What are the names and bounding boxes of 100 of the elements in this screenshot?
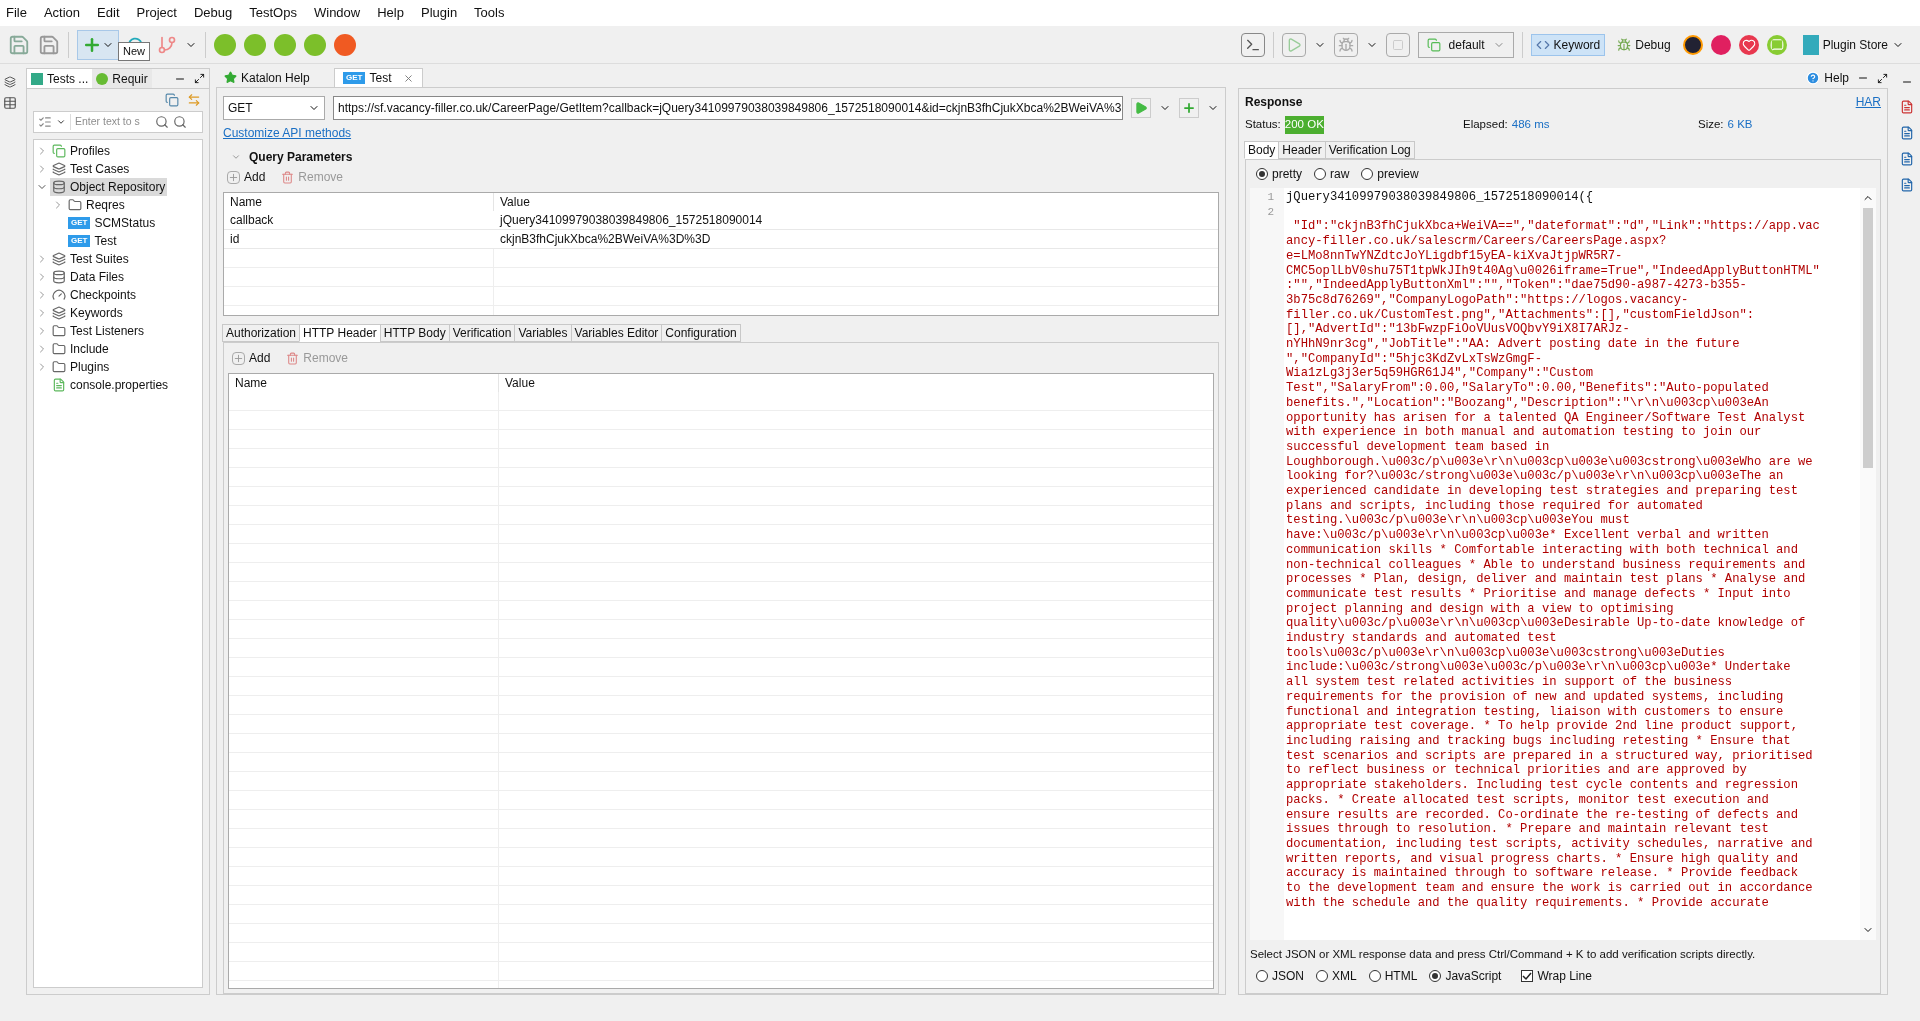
wrap-checkbox[interactable]: Wrap Line — [1521, 967, 1592, 985]
tab[interactable]: Verification Log — [1324, 141, 1415, 159]
save-icon[interactable] — [8, 33, 30, 56]
menu-item[interactable]: Debug — [193, 3, 233, 23]
panel-icon[interactable] — [1900, 100, 1914, 114]
new-button[interactable] — [77, 29, 119, 60]
tab[interactable]: Verification — [448, 324, 516, 342]
line-number: 2 — [1266, 204, 1274, 220]
tree-item[interactable]: Data Files — [50, 268, 127, 286]
tree-item[interactable]: Test Listeners — [50, 322, 147, 340]
panel-icon[interactable] — [1900, 152, 1914, 166]
add-icon[interactable] — [1179, 98, 1199, 118]
tab[interactable]: Variables — [514, 324, 572, 342]
tree-item[interactable]: Include — [50, 340, 111, 358]
har-link[interactable]: HAR — [1855, 93, 1881, 111]
filter-icon[interactable] — [38, 115, 52, 129]
tree-item[interactable]: Plugins — [50, 358, 112, 376]
response-title: Response — [1245, 94, 1303, 111]
code-line: to the development team and ensure the work is carried out in accordance — [1286, 881, 1813, 896]
link-icon[interactable] — [187, 93, 201, 107]
perspective-button[interactable]: Debug — [1613, 33, 1675, 56]
stop-icon[interactable] — [1385, 32, 1410, 57]
save-all-icon[interactable] — [38, 33, 60, 56]
tree-item[interactable]: Keywords — [50, 304, 125, 322]
code-line: functional and integration testing, liaison with customers to ensure — [1286, 704, 1784, 720]
menu-item[interactable]: Help — [377, 3, 404, 23]
menu-item[interactable]: File — [6, 3, 27, 23]
tree-item[interactable]: GET Test — [66, 232, 119, 250]
menu-item[interactable]: Plugin — [420, 3, 458, 23]
scroll-thumb[interactable] — [1863, 208, 1873, 468]
format-radio[interactable]: JavaScript — [1429, 967, 1502, 985]
tree-item[interactable]: Test Suites — [50, 250, 131, 268]
tab[interactable]: HTTP Body — [379, 324, 450, 342]
menu-item[interactable]: Edit — [97, 3, 120, 23]
format-radio[interactable]: XML — [1316, 967, 1357, 985]
help-link[interactable]: Help — [1806, 69, 1849, 87]
code-line: [],"AdvertId":"13bFwzpFiOoVUusVOQbvY9iX8I7ARJz- — [1286, 322, 1630, 337]
plugin-store-button[interactable]: Plugin Store — [1794, 34, 1912, 55]
git-icon[interactable] — [157, 34, 177, 55]
debug-icon[interactable] — [1333, 32, 1358, 57]
panel-tab[interactable]: Tests ... — [27, 69, 93, 88]
tree-item[interactable]: console.properties — [50, 376, 171, 394]
column-header: Value — [504, 375, 536, 392]
collapse-icon[interactable] — [165, 93, 179, 107]
bug-icon — [1617, 37, 1632, 52]
code-line: CMC5oplLbV0shu75T1tpWkJIh9t40Ag\u0026iframe=True","IndeedApplyButtonHTML" — [1286, 263, 1820, 279]
url-field[interactable]: https://sf.vacancy-filler.co.uk/CareerPage/GetItem?callback=jQuery34109979038039849806_1572518090014&id=ckjnB3fhCjukXbca%2BWeiVA%3 — [333, 96, 1123, 120]
code-line: processes * Plan, design, deliver and maintain test plans * Analyse and — [1286, 572, 1806, 587]
dropdown-icon[interactable] — [56, 117, 66, 127]
editor-tab[interactable]: GET Test — [334, 68, 424, 87]
panel-tab[interactable]: Requir — [92, 69, 152, 88]
perspective-button[interactable]: Keyword — [1530, 33, 1606, 56]
menu-item[interactable]: Project — [136, 3, 177, 23]
plus-icon — [227, 170, 240, 184]
section-title: Query Parameters — [249, 149, 353, 166]
code-line: all system test related activities in support of the business — [1286, 675, 1733, 690]
tree-item[interactable]: Profiles — [50, 142, 112, 160]
search-icon[interactable] — [155, 115, 169, 129]
view-radio[interactable]: pretty — [1256, 165, 1302, 183]
menu-item[interactable]: Window — [313, 3, 361, 23]
add-button[interactable]: Add — [232, 349, 271, 367]
tab[interactable]: Authorization — [222, 324, 301, 342]
view-radio[interactable]: raw — [1314, 165, 1350, 183]
tree-item[interactable]: Checkpoints — [50, 286, 139, 304]
close-icon[interactable] — [403, 72, 415, 84]
maximize-icon[interactable] — [194, 73, 205, 84]
tree-item[interactable]: Object Repository — [50, 178, 168, 196]
view-radio[interactable]: preview — [1361, 165, 1419, 183]
panel-icon[interactable] — [1900, 178, 1914, 192]
tab[interactable]: Body — [1244, 141, 1280, 159]
terminal-icon[interactable] — [1240, 32, 1265, 57]
send-icon[interactable] — [1131, 98, 1151, 118]
menu-item[interactable]: TestOps — [249, 3, 297, 23]
code-line: requirements for the provision of new and updated systems, including — [1286, 689, 1784, 705]
add-button[interactable]: Add — [227, 168, 266, 186]
tab[interactable]: HTTP Header — [299, 324, 381, 342]
status-label: Status: — [1245, 117, 1281, 133]
check-icon — [1522, 971, 1533, 981]
explorer-icon[interactable] — [3, 96, 17, 110]
tree-item[interactable]: Reqres — [66, 196, 127, 214]
tab[interactable]: Configuration — [661, 324, 741, 342]
tree-item[interactable]: Test Cases — [50, 160, 132, 178]
code-line: filler.co.uk/CustomTest.png","Attachments":[],"customFieldJson": — [1286, 307, 1755, 323]
tab[interactable]: Variables Editor — [570, 324, 663, 342]
tree-item[interactable]: GET SCMStatus — [66, 214, 158, 232]
collapse-icon[interactable] — [231, 152, 241, 162]
menu-item[interactable]: Tools — [474, 3, 505, 23]
code-line: communicate test results * Prioritise and manage defects * Input into — [1286, 586, 1791, 602]
maximize-icon[interactable] — [1877, 72, 1888, 84]
format-radio[interactable]: HTML — [1368, 967, 1418, 985]
advanced-search-icon[interactable] — [173, 115, 187, 129]
run-icon[interactable] — [1281, 32, 1306, 57]
tab[interactable]: Header — [1278, 141, 1326, 159]
method-dropdown[interactable]: GET — [223, 96, 325, 120]
panel-icon[interactable] — [1900, 126, 1914, 140]
format-radio[interactable]: JSON — [1256, 967, 1304, 985]
menu-item[interactable]: Action — [43, 3, 81, 23]
editor-tab[interactable]: Katalon Help — [216, 68, 334, 87]
customize-link[interactable]: Customize API methods — [223, 124, 352, 142]
profile-dropdown[interactable]: default — [1417, 31, 1514, 58]
